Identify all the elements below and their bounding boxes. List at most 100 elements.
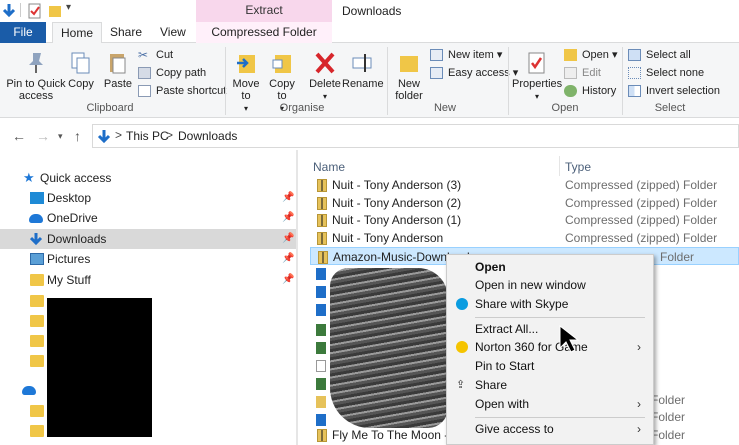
history-button[interactable]: History <box>564 83 616 99</box>
invert-selection-button[interactable]: Invert selection <box>628 83 720 99</box>
copy-button[interactable]: Copy <box>66 51 96 90</box>
pin-icon[interactable]: 📌 <box>282 208 294 228</box>
nav-onedrive[interactable]: OneDrive 📌 <box>0 208 296 228</box>
paste-shortcut-button[interactable]: Paste shortcut <box>138 83 226 99</box>
easy-access-button[interactable]: Easy access ▾ <box>430 65 518 81</box>
extract-context-tab[interactable]: Extract <box>196 0 332 22</box>
select-all-icon <box>628 49 641 61</box>
pin-icon[interactable]: 📌 <box>282 249 294 269</box>
paste-label: Paste <box>103 78 133 90</box>
menu-item-share-skype[interactable]: Share with Skype <box>447 295 653 314</box>
edit-button[interactable]: Edit <box>564 65 601 81</box>
file-row[interactable]: Nuit - Tony Anderson (3) Compressed (zip… <box>310 176 739 194</box>
zip-folder-icon <box>317 197 327 210</box>
up-arrow-icon[interactable]: ↑ <box>74 128 81 144</box>
menu-item-pin-start[interactable]: Pin to Start <box>447 357 653 376</box>
file-name: Nuit - Tony Anderson <box>332 231 444 245</box>
tab-share[interactable]: Share <box>102 22 150 43</box>
nav-pictures[interactable]: Pictures 📌 <box>0 249 296 269</box>
column-divider[interactable] <box>559 156 560 176</box>
column-header-type[interactable]: Type <box>565 160 591 174</box>
file-row[interactable]: Fly Me To The Moon - Bol <box>310 426 469 444</box>
rename-button[interactable]: Rename <box>342 51 384 90</box>
audio-file-icon <box>316 342 326 354</box>
submenu-arrow-icon: › <box>637 397 641 411</box>
pin-icon <box>29 53 43 73</box>
file-row[interactable]: Nuit - Tony Anderson Compressed (zipped)… <box>310 229 739 247</box>
delete-button[interactable]: Delete ▾ <box>308 51 342 103</box>
pin-icon[interactable]: 📌 <box>282 229 294 249</box>
select-none-button[interactable]: Select none <box>628 65 704 81</box>
properties-label: Properties <box>512 78 563 90</box>
properties-qa-icon[interactable] <box>28 3 42 19</box>
select-group-label: Select <box>654 102 686 114</box>
pin-quick-access-button[interactable]: Pin to Quick access <box>6 51 66 102</box>
pin-icon[interactable]: 📌 <box>282 188 294 208</box>
zip-folder-icon <box>317 232 327 245</box>
file-name: Nuit - Tony Anderson (3) <box>332 178 462 192</box>
select-none-label: Select none <box>646 67 705 79</box>
new-item-button[interactable]: New item ▾ <box>430 47 502 63</box>
pin-icon[interactable]: 📌 <box>282 270 294 290</box>
zip-folder-icon <box>318 251 328 264</box>
nav-downloads[interactable]: Downloads 📌 <box>0 229 296 249</box>
menu-separator <box>475 417 645 418</box>
invert-selection-label: Invert selection <box>646 85 720 97</box>
organise-group-label: Organise <box>279 102 325 114</box>
open-icon <box>564 49 577 61</box>
menu-item-extract-all[interactable]: Extract All... <box>447 320 653 339</box>
context-menu: Open Open in new window Share with Skype… <box>446 254 654 445</box>
cloud-icon <box>22 386 36 395</box>
back-arrow-icon[interactable]: ← <box>12 128 26 144</box>
qa-dropdown-icon[interactable]: ▾ <box>66 2 71 18</box>
select-all-button[interactable]: Select all <box>628 47 691 63</box>
properties-button[interactable]: Properties ▾ <box>512 51 562 103</box>
nav-quick-access[interactable]: ★ Quick access <box>0 168 296 188</box>
file-row[interactable]: Nuit - Tony Anderson (2) Compressed (zip… <box>310 194 739 212</box>
nav-my-stuff-label: My Stuff <box>47 273 91 287</box>
tab-compressed-folder-tools[interactable]: Compressed Folder Tools <box>196 22 332 59</box>
nav-desktop[interactable]: Desktop 📌 <box>0 188 296 208</box>
open-button[interactable]: Open ▾ <box>564 47 618 63</box>
new-folder-button[interactable]: New folder <box>392 51 426 102</box>
menu-item-share[interactable]: ⇪ Share <box>447 376 653 395</box>
menu-item-open-with[interactable]: Open with › <box>447 395 653 414</box>
history-icon <box>564 85 577 97</box>
move-to-button[interactable]: Move to ▾ <box>230 51 262 115</box>
select-all-label: Select all <box>646 49 691 61</box>
menu-item-give-access[interactable]: Give access to › <box>447 420 653 439</box>
paste-button[interactable]: Paste <box>102 51 134 90</box>
recent-dropdown-icon[interactable]: ▾ <box>58 131 63 142</box>
redaction-box <box>47 298 152 437</box>
column-header-name[interactable]: Name <box>313 160 345 174</box>
forward-arrow-icon[interactable]: → <box>36 128 50 144</box>
star-icon: ★ <box>23 170 35 185</box>
zip-folder-icon <box>317 214 327 227</box>
file-row[interactable]: Nuit - Tony Anderson (1) Compressed (zip… <box>310 211 739 229</box>
menu-item-norton[interactable]: Norton 360 for Game › <box>447 338 653 357</box>
menu-item-open-new-window[interactable]: Open in new window <box>447 276 653 295</box>
scissors-icon: ✂ <box>138 48 149 62</box>
new-folder-qa-icon[interactable] <box>48 3 62 19</box>
submenu-arrow-icon: › <box>637 340 641 354</box>
tab-view[interactable]: View <box>152 22 194 43</box>
copy-path-icon <box>138 67 151 79</box>
copy-icon <box>71 52 90 74</box>
file-icon <box>316 414 326 426</box>
menu-label: Pin to Start <box>475 359 535 373</box>
breadcrumb-downloads[interactable]: Downloads <box>178 129 237 143</box>
folder-icon <box>30 315 44 327</box>
nav-my-stuff[interactable]: My Stuff 📌 <box>0 270 296 290</box>
copy-path-button[interactable]: Copy path <box>138 65 206 81</box>
tab-file[interactable]: File <box>0 22 46 43</box>
menu-label: Share <box>475 378 508 392</box>
nav-pane-scrollbar[interactable] <box>296 150 298 445</box>
menu-item-open[interactable]: Open <box>447 258 653 277</box>
copy-path-label: Copy path <box>156 67 207 79</box>
breadcrumb-this-pc[interactable]: This PC <box>126 129 169 143</box>
tab-home[interactable]: Home <box>52 22 103 44</box>
cut-button[interactable]: ✂ Cut <box>138 47 173 63</box>
navigation-bar: ← → ▾ ↑ > This PC > Downloads <box>0 124 739 148</box>
rename-label: Rename <box>342 78 384 90</box>
skype-icon <box>456 298 468 310</box>
